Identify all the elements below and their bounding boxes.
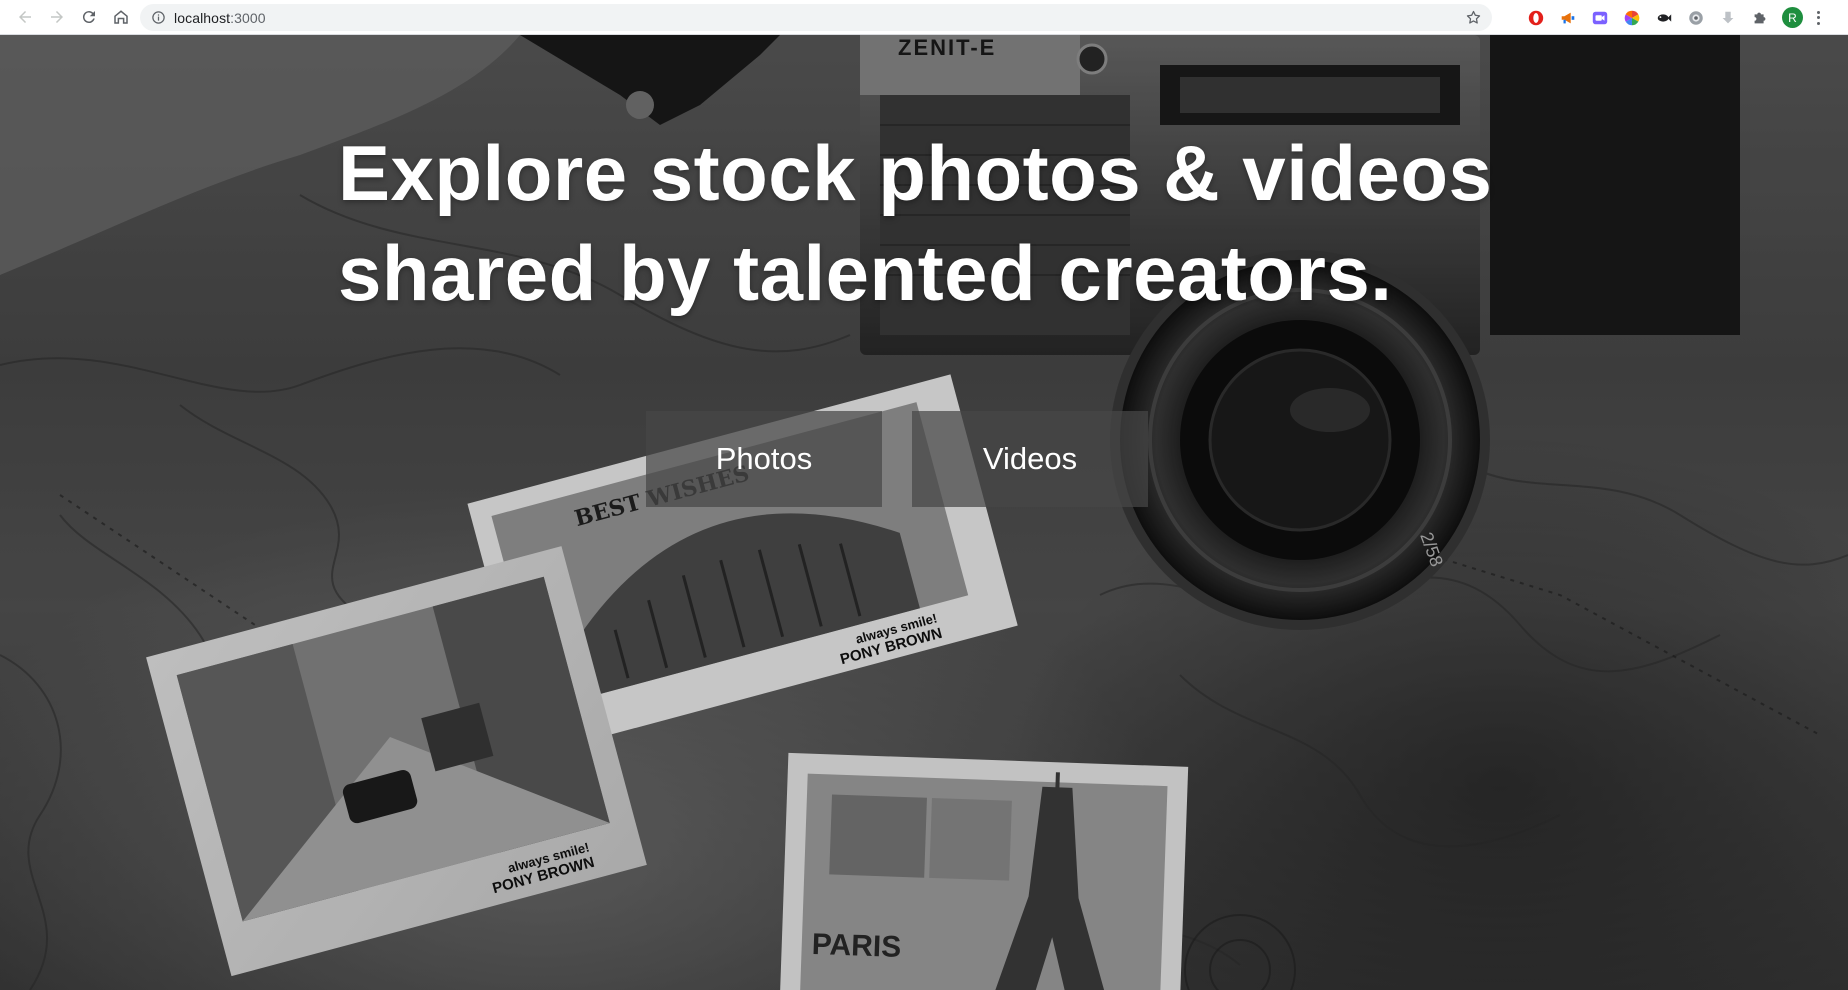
photos-button[interactable]: Photos [646,411,882,507]
arrow-left-icon [19,11,31,23]
forward-button[interactable] [42,2,72,32]
download-arrow-icon[interactable] [1718,8,1738,28]
url-text: localhost:3000 [174,9,266,26]
browser-toolbar: localhost:3000 R [0,0,1848,35]
reload-button[interactable] [74,2,104,32]
hero-headline: Explore stock photos & videos shared by … [338,123,1538,323]
profile-avatar[interactable]: R [1782,7,1803,28]
bookmark-star-icon[interactable] [1465,9,1482,26]
arrow-right-icon [51,11,63,23]
extensions-bar: R [1526,0,1821,35]
headline-line-2: shared by talented creators. [338,229,1393,317]
videos-button[interactable]: Videos [912,411,1148,507]
reload-icon [82,11,95,24]
site-info-icon[interactable] [150,10,166,26]
puzzle-icon[interactable] [1750,8,1770,28]
headline-line-1: Explore stock photos & videos [338,129,1493,217]
media-type-buttons: Photos Videos [646,411,1148,507]
color-wheel-icon[interactable] [1622,8,1642,28]
meet-icon[interactable] [1590,8,1610,28]
home-button[interactable] [106,2,136,32]
megaphone-icon[interactable] [1558,8,1578,28]
back-button[interactable] [10,2,40,32]
gear-globe-icon[interactable] [1686,8,1706,28]
opera-icon[interactable] [1526,8,1546,28]
browser-menu-icon[interactable] [1815,9,1821,27]
hero-section: ZENIT-E 2/58 BEST always smile! PONY BRO… [0,35,1848,990]
fish-icon[interactable] [1654,8,1674,28]
address-bar[interactable]: localhost:3000 [140,4,1492,31]
home-icon [114,10,128,24]
